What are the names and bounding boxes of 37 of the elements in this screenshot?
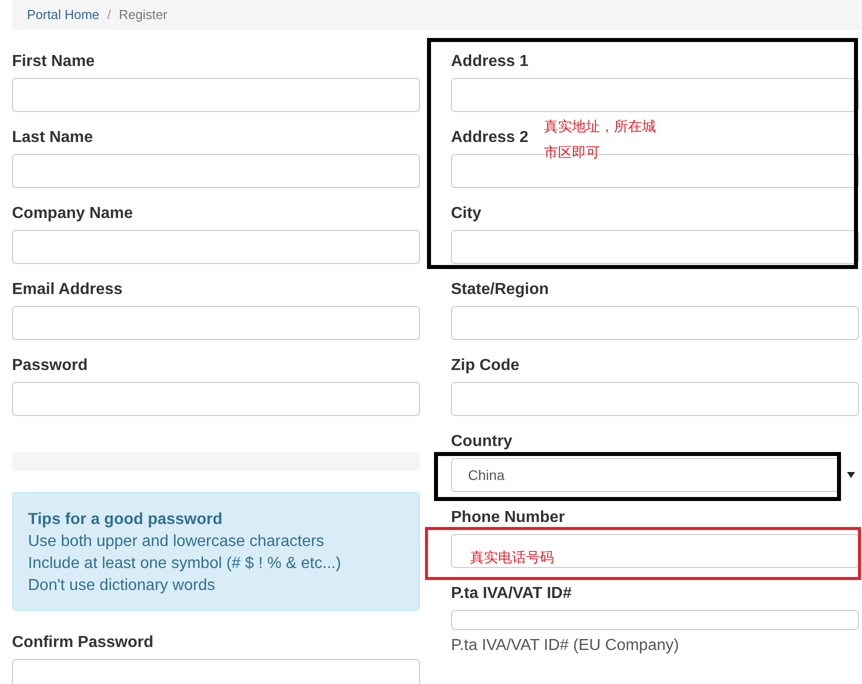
input-field[interactable] bbox=[451, 78, 859, 112]
field-label: First Name bbox=[12, 52, 95, 72]
breadcrumb-link[interactable]: Portal Home bbox=[27, 5, 100, 25]
annotation-note: 真实地址，所在城市区即可 bbox=[544, 117, 657, 162]
field-label: P.ta IVA/VAT ID# bbox=[451, 584, 572, 604]
field-label: Company Name bbox=[12, 204, 133, 224]
input-field[interactable] bbox=[451, 306, 859, 340]
input-field[interactable] bbox=[12, 382, 420, 416]
input-field[interactable] bbox=[451, 382, 859, 416]
tips-line: Include at least one symbol (# $ ! % & etc...) bbox=[28, 554, 342, 574]
field-label: Email Address bbox=[12, 280, 123, 300]
input-field[interactable] bbox=[12, 230, 420, 264]
tips-title: Tips for a good password bbox=[28, 510, 224, 530]
field-label: Last Name bbox=[12, 128, 93, 148]
breadcrumb-current: Register bbox=[118, 6, 168, 24]
breadcrumb-separator: / bbox=[107, 6, 111, 24]
input-field[interactable] bbox=[451, 610, 859, 630]
tips-line: Use both upper and lowercase characters bbox=[28, 532, 326, 552]
tips-line: Don't use dictionary words bbox=[28, 576, 216, 596]
field-label: City bbox=[451, 204, 482, 224]
field-label: State/Region bbox=[451, 280, 549, 300]
field-label: Address 1 bbox=[451, 52, 528, 72]
input-field[interactable] bbox=[12, 154, 420, 188]
input-field[interactable] bbox=[12, 306, 420, 340]
input-field[interactable] bbox=[451, 230, 859, 264]
field-label: Zip Code bbox=[451, 356, 520, 376]
annotation-note: 真实电话号码 bbox=[470, 548, 554, 567]
caret-icon bbox=[847, 472, 855, 478]
input-field[interactable] bbox=[451, 534, 859, 568]
input-field[interactable] bbox=[12, 659, 420, 684]
field-label: Confirm Password bbox=[12, 633, 154, 653]
help-text: P.ta IVA/VAT ID# (EU Company) bbox=[451, 636, 680, 656]
field-label: Password bbox=[12, 356, 88, 376]
input-field[interactable] bbox=[12, 78, 420, 112]
field-label: Address 2 bbox=[451, 128, 528, 148]
field-label: Phone Number bbox=[451, 508, 565, 528]
field-label: Country bbox=[451, 432, 512, 452]
